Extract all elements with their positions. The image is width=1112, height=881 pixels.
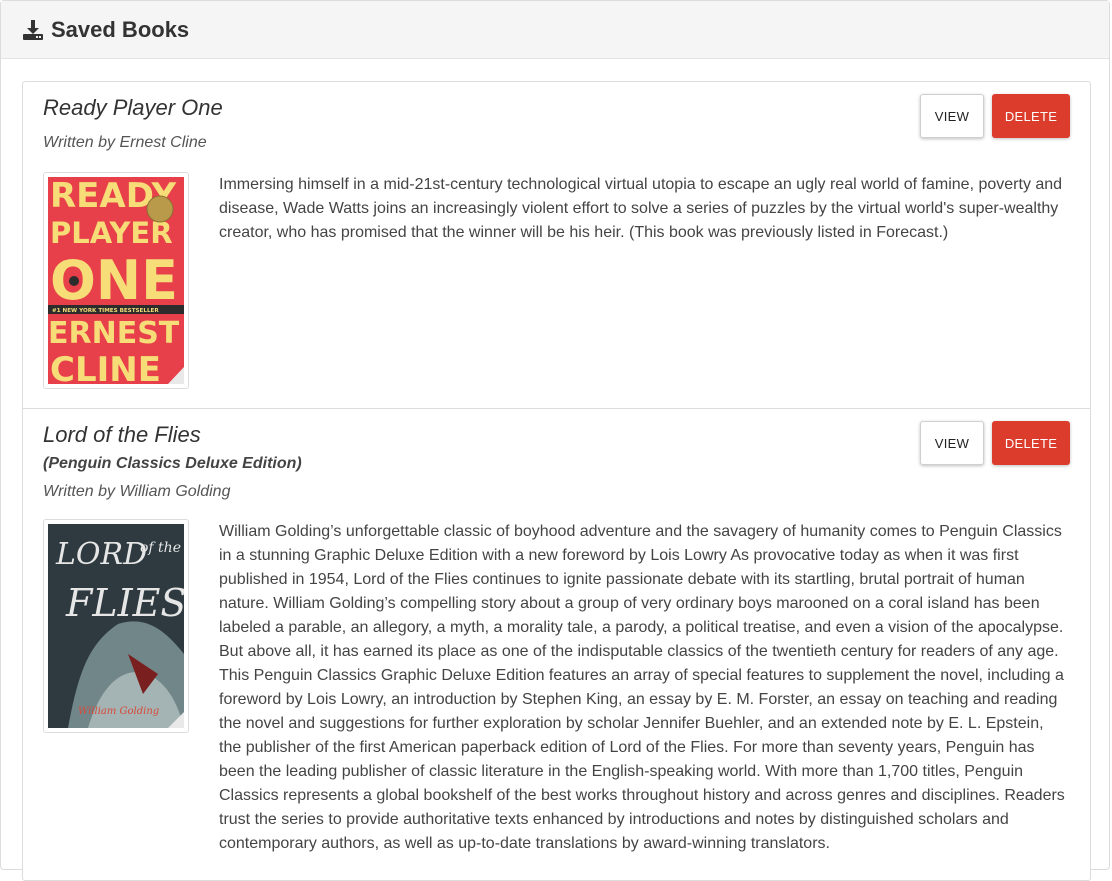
view-button[interactable]: VIEW [920, 94, 984, 138]
cover-text: William Golding [78, 706, 159, 717]
book-cover: LORD of the FLIES William Golding [43, 519, 189, 733]
book-title: Ready Player One [43, 95, 223, 120]
book-cover: READY PLAYER ONE #1 NEW YORK TIMES BESTS… [43, 172, 189, 389]
book-actions: VIEW DELETE [920, 94, 1070, 138]
book-description: Immersing himself in a mid-21st-century … [219, 176, 1063, 241]
book-actions: VIEW DELETE [920, 421, 1070, 465]
book-list: Ready Player One Written by Ernest Cline… [22, 81, 1091, 881]
book-subtitle: (Penguin Classics Deluxe Edition) [43, 455, 302, 472]
cover-text: of the [140, 540, 181, 556]
download-icon [21, 18, 45, 42]
view-button[interactable]: VIEW [920, 421, 984, 465]
page-title: Saved Books [51, 16, 190, 42]
cover-text: ERNEST [48, 316, 180, 351]
book-cover-image: READY PLAYER ONE #1 NEW YORK TIMES BESTS… [48, 177, 184, 384]
book-cover-image: LORD of the FLIES William Golding [48, 524, 184, 728]
delete-button[interactable]: DELETE [992, 421, 1070, 465]
delete-button[interactable]: DELETE [992, 94, 1070, 138]
cover-text: #1 NEW YORK TIMES BESTSELLER [52, 308, 159, 314]
book-author: Written by Ernest Cline [43, 134, 207, 151]
panel-header: Saved Books [1, 1, 1109, 59]
book-title: Lord of the Flies [43, 422, 201, 447]
book-author: Written by William Golding [43, 483, 231, 500]
book-description: William Golding’s unforgettable classic … [219, 523, 1065, 852]
cover-text: CLINE [50, 350, 161, 384]
cover-text: FLIES [65, 581, 184, 625]
cover-text: LORD [55, 537, 147, 572]
book-card: Lord of the Flies (Penguin Classics Delu… [23, 408, 1090, 856]
saved-books-panel: Saved Books Ready Player One Written by … [0, 0, 1110, 881]
book-card: Ready Player One Written by Ernest Cline… [23, 82, 1090, 408]
